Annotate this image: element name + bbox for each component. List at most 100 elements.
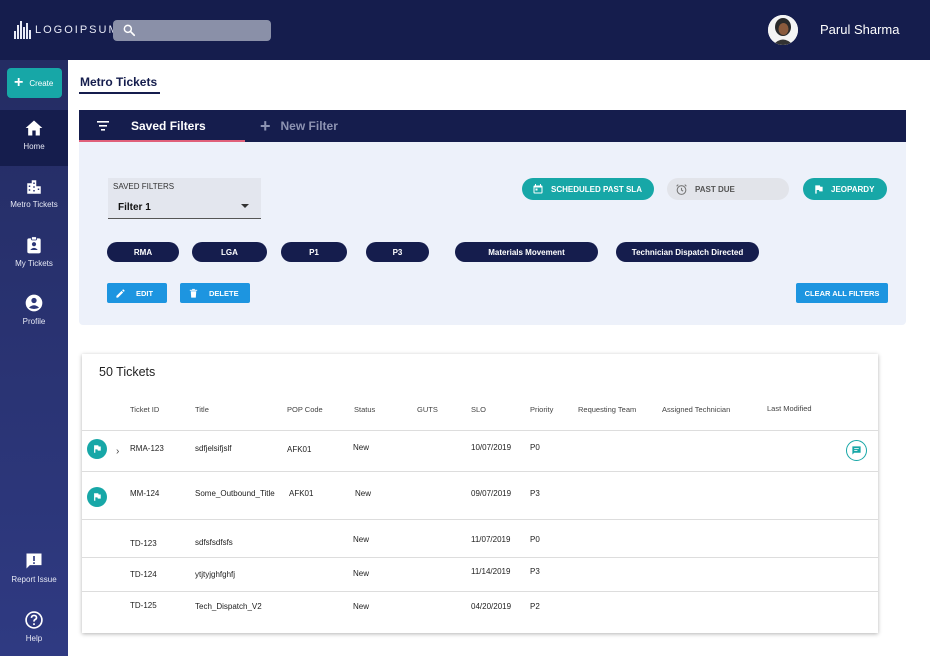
sidebar-item-label: Metro Tickets: [10, 200, 58, 209]
ticket-title: Some_Outbound_Title: [195, 489, 275, 498]
pencil-icon: [116, 288, 125, 298]
ticket-slo: 09/07/2019: [471, 489, 512, 498]
filter-chip-technician-dispatch[interactable]: Technician Dispatch Directed: [616, 242, 759, 262]
ticket-status: New: [353, 569, 370, 578]
ticket-status: New: [353, 535, 370, 544]
filter-chip-p1[interactable]: P1: [281, 242, 347, 262]
sidebar-item-label: Report Issue: [11, 575, 57, 584]
tab-saved-label: Saved Filters: [131, 119, 206, 133]
row-divider: [82, 591, 878, 592]
create-label: Create: [29, 78, 54, 88]
row-divider: [82, 430, 878, 431]
ticket-id[interactable]: RMA-123: [130, 444, 164, 453]
filter-chip-rma[interactable]: RMA: [107, 242, 179, 262]
filter-chip-p3[interactable]: P3: [366, 242, 429, 262]
column-header-requesting-team[interactable]: Requesting Team: [578, 405, 636, 414]
clear-all-filters-button[interactable]: CLEAR ALL FILTERS: [796, 283, 888, 303]
ticket-priority: P2: [530, 602, 540, 611]
caret-down-icon: [241, 204, 249, 208]
sidebar-item-metro-tickets[interactable]: Metro Tickets: [0, 170, 68, 226]
ticket-id[interactable]: TD-125: [130, 601, 157, 610]
plus-icon: +: [14, 74, 24, 91]
sidebar-item-my-tickets[interactable]: My Tickets: [0, 227, 68, 283]
tab-saved-filters[interactable]: Saved Filters: [79, 110, 245, 142]
ticket-title: sdfjelsifjslf: [195, 444, 232, 453]
ticket-title: Tech_Dispatch_V2: [195, 602, 262, 611]
sidebar-item-home[interactable]: Home: [0, 110, 68, 166]
column-header-assigned-technician[interactable]: Assigned Technician: [662, 405, 730, 414]
column-header-slo[interactable]: SLO: [471, 405, 486, 414]
column-header-priority[interactable]: Priority: [530, 405, 553, 414]
report-icon: [26, 553, 42, 569]
delete-button[interactable]: DELETE: [180, 283, 250, 303]
badge-icon: [27, 236, 41, 254]
row-divider: [82, 519, 878, 520]
saved-filters-select[interactable]: SAVED FILTERS Filter 1: [108, 178, 261, 219]
column-header-ticket-id[interactable]: Ticket ID: [130, 405, 159, 414]
sidebar-item-report-issue[interactable]: Report Issue: [0, 543, 68, 599]
column-header-guts[interactable]: GUTS: [417, 405, 438, 414]
quick-filter-label: SCHEDULED PAST SLA: [551, 184, 642, 194]
search-icon: [123, 24, 136, 37]
ticket-slo: 04/20/2019: [471, 602, 512, 611]
active-tab-indicator: [79, 140, 245, 142]
user-name[interactable]: Parul Sharma: [820, 22, 899, 37]
ticket-status: New: [353, 443, 370, 452]
edit-button[interactable]: EDIT: [107, 283, 167, 303]
ticket-slo: 11/07/2019: [471, 535, 511, 544]
account-icon: [25, 294, 43, 312]
chat-icon[interactable]: [846, 440, 867, 461]
quick-filter-jeopardy[interactable]: JEOPARDY: [803, 178, 887, 200]
trash-icon: [189, 288, 198, 298]
tab-new-filter[interactable]: + New Filter: [260, 110, 338, 142]
calendar-icon: [533, 184, 543, 194]
column-header-status[interactable]: Status: [354, 405, 375, 414]
logo-text: LOGOIPSUM: [35, 24, 120, 36]
building-icon: [27, 180, 41, 194]
create-button[interactable]: + Create: [7, 68, 62, 98]
ticket-status: New: [353, 602, 370, 611]
ticket-id[interactable]: TD-124: [130, 570, 157, 579]
ticket-title: sdfsfsdfsfs: [195, 538, 233, 547]
logo-bars-icon: [14, 21, 31, 39]
ticket-priority: P3: [530, 567, 540, 576]
ticket-priority: P3: [530, 489, 540, 498]
column-header-title[interactable]: Title: [195, 405, 209, 414]
tickets-count-title: 50 Tickets: [99, 365, 156, 379]
saved-filters-select-value: Filter 1: [118, 202, 151, 213]
ticket-priority: P0: [530, 535, 540, 544]
quick-filter-label: PAST DUE: [695, 184, 735, 194]
chevron-right-icon[interactable]: ›: [116, 446, 119, 457]
filter-chip-lga[interactable]: LGA: [192, 242, 267, 262]
flag-icon: [815, 184, 823, 194]
avatar[interactable]: [768, 15, 798, 45]
row-divider: [82, 471, 878, 472]
quick-filter-scheduled-past-sla[interactable]: SCHEDULED PAST SLA: [522, 178, 654, 200]
avatar-portrait-icon: [768, 15, 798, 45]
sidebar-item-help[interactable]: Help: [0, 602, 68, 658]
ticket-slo: 10/07/2019: [471, 443, 512, 452]
ticket-status: New: [355, 489, 372, 498]
search-input[interactable]: [113, 20, 271, 41]
ticket-id[interactable]: MM-124: [130, 489, 159, 498]
column-header-pop-code[interactable]: POP Code: [287, 405, 323, 414]
sidebar-item-label: Help: [25, 634, 43, 643]
row-divider: [82, 557, 878, 558]
ticket-pop-code: AFK01: [287, 445, 312, 454]
ticket-pop-code: AFK01: [289, 489, 314, 498]
page-title: Metro Tickets: [80, 75, 158, 89]
sidebar-item-profile[interactable]: Profile: [0, 285, 68, 341]
ticket-title: ytjtyjghfghfj: [195, 570, 236, 579]
quick-filter-past-due[interactable]: PAST DUE: [667, 178, 789, 200]
help-icon: [25, 611, 43, 629]
brand-logo[interactable]: LOGOIPSUM: [14, 20, 120, 40]
saved-filters-select-label: SAVED FILTERS: [113, 182, 175, 191]
flag-icon[interactable]: [87, 487, 107, 507]
quick-filter-label: JEOPARDY: [831, 184, 875, 194]
ticket-id[interactable]: TD-123: [130, 539, 157, 548]
flag-icon[interactable]: [87, 439, 107, 459]
home-icon: [25, 120, 43, 136]
column-header-last-modified[interactable]: Last Modified: [767, 404, 812, 413]
filter-chip-materials-movement[interactable]: Materials Movement: [455, 242, 598, 262]
filter-list-icon: [97, 121, 109, 131]
